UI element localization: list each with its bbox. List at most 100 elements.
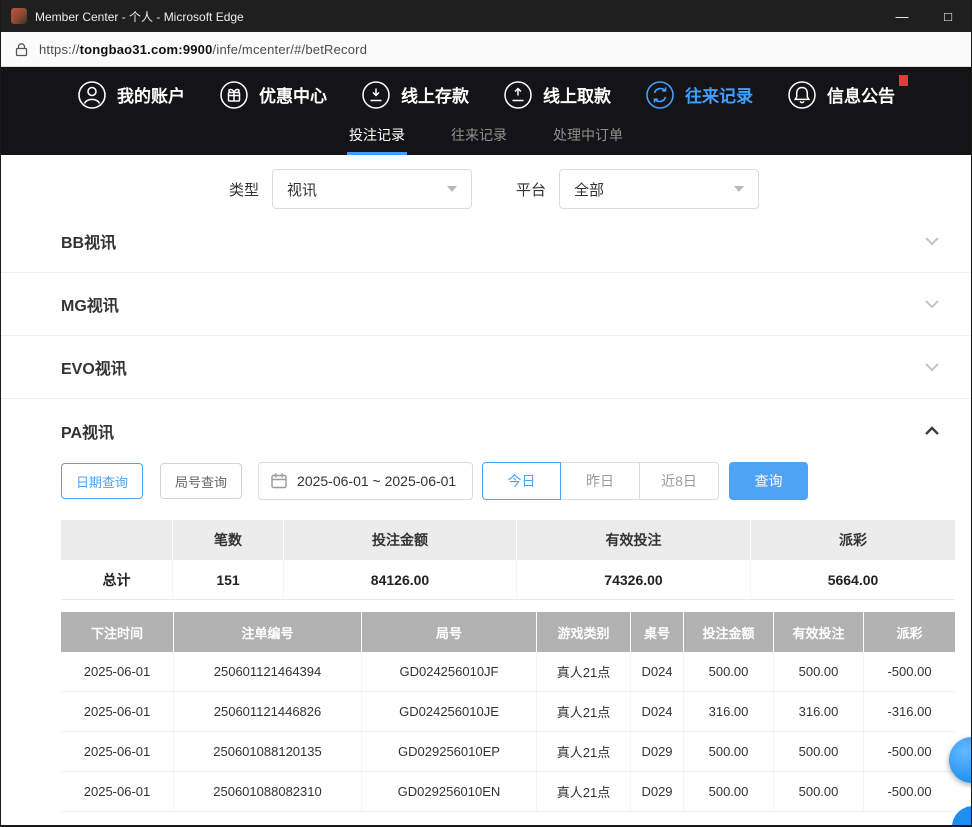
- cell-valid-bet: 316.00: [774, 692, 864, 731]
- tab-processing-orders[interactable]: 处理中订单: [553, 122, 623, 155]
- nav-item-label: 优惠中心: [259, 82, 327, 107]
- type-filter-label: 类型: [229, 179, 259, 200]
- summary-total-valid-bet: 74326.00: [517, 560, 751, 600]
- section-pa-video[interactable]: PA视讯: [1, 399, 971, 462]
- platform-select[interactable]: 全部: [559, 169, 759, 209]
- summary-header-empty: [61, 520, 173, 560]
- cell-payout: -500.00: [864, 652, 955, 691]
- summary-total-count: 151: [173, 560, 284, 600]
- nav-item-transaction-records[interactable]: 往来记录: [645, 80, 753, 110]
- cell-order-number: 250601121464394: [174, 652, 362, 691]
- summary-total-row: 总计 151 84126.00 74326.00 5664.00: [61, 560, 955, 600]
- minimize-button[interactable]: —: [879, 0, 925, 32]
- section-label: EVO视讯: [61, 355, 127, 379]
- date-query-button[interactable]: 日期查询: [61, 463, 143, 499]
- nav-item-online-withdraw[interactable]: 线上取款: [503, 80, 611, 110]
- header-valid-bet: 有效投注: [774, 612, 864, 652]
- cell-game-type: 真人21点: [537, 732, 631, 771]
- section-evo-video[interactable]: EVO视讯: [1, 336, 971, 399]
- cell-round-number: GD029256010EP: [362, 732, 537, 771]
- today-button[interactable]: 今日: [482, 462, 561, 500]
- date-range-value: 2025-06-01 ~ 2025-06-01: [297, 473, 456, 489]
- cell-game-type: 真人21点: [537, 652, 631, 691]
- cell-payout: -500.00: [864, 772, 955, 811]
- header-bet-time: 下注时间: [61, 612, 174, 652]
- summary-header-bet-amount: 投注金额: [284, 520, 517, 560]
- section-mg-video[interactable]: MG视讯: [1, 273, 971, 336]
- type-select-value: 视讯: [287, 179, 317, 200]
- date-range-picker[interactable]: 2025-06-01 ~ 2025-06-01: [258, 462, 473, 500]
- nav-item-promotions[interactable]: 优惠中心: [219, 80, 327, 110]
- nav-item-label: 线上取款: [543, 82, 611, 107]
- table-row: 2025-06-01 250601088082310 GD029256010EN…: [61, 772, 955, 812]
- tab-bet-records[interactable]: 投注记录: [349, 122, 405, 155]
- nav-item-announcements[interactable]: 信息公告: [787, 80, 895, 110]
- header-bet-amount: 投注金额: [684, 612, 774, 652]
- titlebar: Member Center - 个人 - Microsoft Edge — □: [1, 0, 971, 32]
- bell-icon: [787, 80, 817, 110]
- chevron-up-icon: [921, 420, 943, 442]
- cell-game-type: 真人21点: [537, 772, 631, 811]
- cell-round-number: GD029256010EN: [362, 772, 537, 811]
- chevron-down-icon: [447, 186, 457, 192]
- last-8-days-button[interactable]: 近8日: [640, 462, 719, 500]
- cell-table-number: D024: [631, 692, 684, 731]
- url-path: /infe/mcenter/#/betRecord: [213, 42, 368, 57]
- nav-item-label: 往来记录: [685, 82, 753, 107]
- header-table-number: 桌号: [631, 612, 684, 652]
- header-payout: 派彩: [864, 612, 955, 652]
- chevron-down-icon: [921, 356, 943, 378]
- filter-row: 类型 视讯 平台 全部: [229, 169, 759, 209]
- nav-item-label: 线上存款: [401, 82, 469, 107]
- cell-payout: -500.00: [864, 732, 955, 771]
- section-label: MG视讯: [61, 292, 119, 316]
- table-header-row: 下注时间 注单编号 局号 游戏类别 桌号 投注金额 有效投注 派彩: [61, 612, 955, 652]
- platform-filter-label: 平台: [516, 179, 546, 200]
- summary-header-valid-bet: 有效投注: [517, 520, 751, 560]
- cell-order-number: 250601088082310: [174, 772, 362, 811]
- maximize-button[interactable]: □: [925, 0, 971, 32]
- cell-bet-amount: 500.00: [684, 652, 774, 691]
- main-content: 类型 视讯 平台 全部 BB视讯 MG视讯 EVO视讯: [1, 155, 971, 825]
- nav-item-my-account[interactable]: 我的账户: [77, 80, 185, 110]
- withdraw-icon: [503, 80, 533, 110]
- sub-nav: 投注记录 往来记录 处理中订单: [1, 122, 971, 155]
- cell-valid-bet: 500.00: [774, 772, 864, 811]
- chevron-down-icon: [921, 230, 943, 252]
- cell-bet-time: 2025-06-01: [61, 652, 174, 691]
- type-select[interactable]: 视讯: [272, 169, 472, 209]
- section-bb-video[interactable]: BB视讯: [1, 210, 971, 273]
- cell-game-type: 真人21点: [537, 692, 631, 731]
- cell-valid-bet: 500.00: [774, 732, 864, 771]
- deposit-icon: [361, 80, 391, 110]
- cell-bet-time: 2025-06-01: [61, 772, 174, 811]
- header-game-type: 游戏类别: [537, 612, 631, 652]
- summary-header-payout: 派彩: [751, 520, 955, 560]
- cell-bet-time: 2025-06-01: [61, 732, 174, 771]
- summary-total-payout: 5664.00: [751, 560, 955, 600]
- header-order-number: 注单编号: [174, 612, 362, 652]
- table-row: 2025-06-01 250601121464394 GD024256010JF…: [61, 652, 955, 692]
- main-nav: 我的账户 优惠中心 线上存款: [1, 67, 971, 122]
- cell-table-number: D024: [631, 652, 684, 691]
- cell-bet-time: 2025-06-01: [61, 692, 174, 731]
- calendar-icon: [270, 472, 288, 490]
- summary-header-count: 笔数: [173, 520, 284, 560]
- search-button[interactable]: 查询: [729, 462, 808, 500]
- provider-sections: BB视讯 MG视讯 EVO视讯 PA视讯: [1, 210, 971, 462]
- summary-total-bet-amount: 84126.00: [284, 560, 517, 600]
- nav-item-online-deposit[interactable]: 线上存款: [361, 80, 469, 110]
- window-title: Member Center - 个人 - Microsoft Edge: [35, 8, 244, 25]
- yesterday-button[interactable]: 昨日: [561, 462, 640, 500]
- window-controls: — □: [879, 0, 971, 32]
- cell-table-number: D029: [631, 772, 684, 811]
- header-round-number: 局号: [362, 612, 537, 652]
- notification-badge: [899, 75, 908, 86]
- url-text[interactable]: https://tongbao31.com:9900/infe/mcenter/…: [39, 42, 367, 57]
- tab-transaction-records[interactable]: 往来记录: [451, 122, 507, 155]
- cell-bet-amount: 500.00: [684, 732, 774, 771]
- section-label: BB视讯: [61, 229, 116, 253]
- round-query-button[interactable]: 局号查询: [160, 463, 242, 499]
- chevron-down-icon: [734, 186, 744, 192]
- cell-order-number: 250601088120135: [174, 732, 362, 771]
